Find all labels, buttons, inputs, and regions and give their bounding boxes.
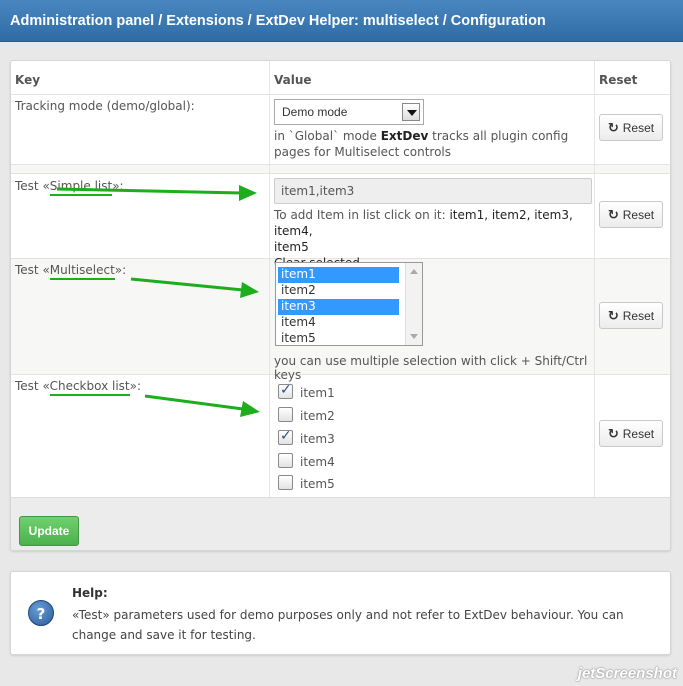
watermark: jetScreenshot [577,665,677,682]
arrow-head-icon [240,401,260,417]
arrow-head-icon [239,185,257,201]
config-panel: Key Value Reset Tracking mode (demo/glob… [10,60,671,551]
update-button[interactable]: Update [19,516,79,546]
arrow-multiselect [130,277,244,292]
page-title: Administration panel / Extensions / ExtD… [0,0,683,42]
arrow-checkbox-list [144,394,244,411]
annotation-arrows [56,185,260,417]
help-box: ? Help: «Test» parameters used for demo … [10,571,671,655]
question-icon: ? [28,600,54,626]
form-footer: Update [11,497,670,550]
help-text: «Test» parameters used for demo purposes… [72,608,624,642]
arrow-head-icon [240,282,259,298]
help-title: Help: [72,586,108,600]
arrow-simple-list [56,187,242,195]
